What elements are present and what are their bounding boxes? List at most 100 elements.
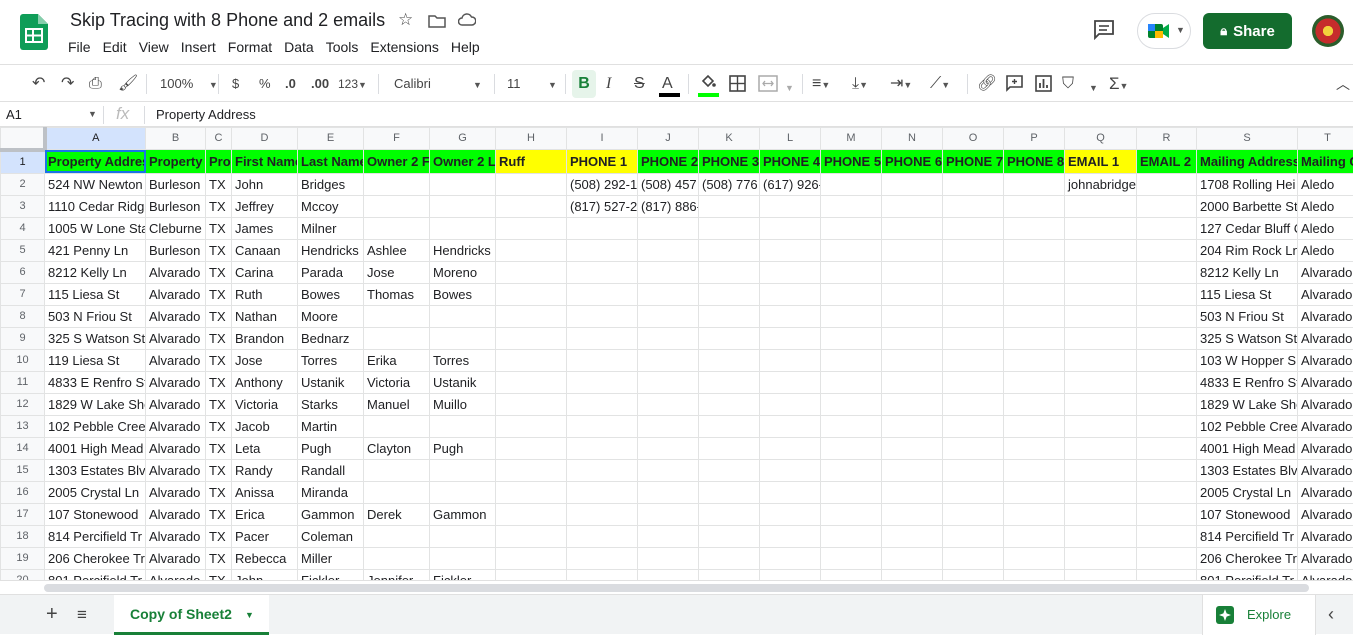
cell-a18[interactable]: 814 Percifield Tr	[45, 525, 146, 547]
cell-g6[interactable]: Moreno	[430, 261, 496, 283]
cell-g11[interactable]: Ustanik	[430, 371, 496, 393]
cell-t13[interactable]: Alvarado	[1298, 415, 1353, 437]
cell-l3[interactable]	[760, 195, 821, 217]
cell-n11[interactable]	[882, 371, 943, 393]
cell-q3[interactable]	[1065, 195, 1137, 217]
column-header-p[interactable]: P	[1004, 128, 1065, 150]
cell-c9[interactable]: TX	[206, 327, 232, 349]
cell-k7[interactable]	[699, 283, 760, 305]
cell-p1[interactable]: PHONE 8	[1004, 150, 1065, 174]
menu-edit[interactable]: Edit	[97, 38, 133, 56]
cell-m4[interactable]	[821, 217, 882, 239]
undo-icon[interactable]: ↶	[32, 74, 45, 94]
cell-m10[interactable]	[821, 349, 882, 371]
document-title[interactable]: Skip Tracing with 8 Phone and 2 emails	[70, 10, 385, 31]
cell-t8[interactable]: Alvarado	[1298, 305, 1353, 327]
column-header-e[interactable]: E	[298, 128, 364, 150]
cell-r16[interactable]	[1137, 481, 1197, 503]
cell-a14[interactable]: 4001 High Mead	[45, 437, 146, 459]
cell-e15[interactable]: Randall	[298, 459, 364, 481]
cell-t14[interactable]: Alvarado	[1298, 437, 1353, 459]
column-header-s[interactable]: S	[1197, 128, 1298, 150]
cell-h3[interactable]	[496, 195, 567, 217]
cell-a8[interactable]: 503 N Friou St	[45, 305, 146, 327]
cell-f6[interactable]: Jose	[364, 261, 430, 283]
cell-e20[interactable]: Fickler	[298, 569, 364, 580]
cell-e14[interactable]: Pugh	[298, 437, 364, 459]
cell-b10[interactable]: Alvarado	[146, 349, 206, 371]
cell-i17[interactable]	[567, 503, 638, 525]
column-header-b[interactable]: B	[146, 128, 206, 150]
cell-f19[interactable]	[364, 547, 430, 569]
cell-j15[interactable]	[638, 459, 699, 481]
cell-p6[interactable]	[1004, 261, 1065, 283]
column-header-d[interactable]: D	[232, 128, 298, 150]
cell-q18[interactable]	[1065, 525, 1137, 547]
cell-c16[interactable]: TX	[206, 481, 232, 503]
cell-t10[interactable]: Alvarado	[1298, 349, 1353, 371]
cell-a12[interactable]: 1829 W Lake Sho	[45, 393, 146, 415]
row-header[interactable]: 11	[1, 371, 45, 393]
cell-j13[interactable]	[638, 415, 699, 437]
cell-n6[interactable]	[882, 261, 943, 283]
cell-m2[interactable]	[821, 173, 882, 195]
cell-q13[interactable]	[1065, 415, 1137, 437]
cell-j6[interactable]	[638, 261, 699, 283]
cell-n4[interactable]	[882, 217, 943, 239]
cell-l17[interactable]	[760, 503, 821, 525]
cell-d8[interactable]: Nathan	[232, 305, 298, 327]
cell-h20[interactable]	[496, 569, 567, 580]
cell-m13[interactable]	[821, 415, 882, 437]
cell-g5[interactable]: Hendricks	[430, 239, 496, 261]
row-header[interactable]: 17	[1, 503, 45, 525]
cell-s1[interactable]: Mailing Address	[1197, 150, 1298, 174]
cell-n16[interactable]	[882, 481, 943, 503]
cell-f17[interactable]: Derek	[364, 503, 430, 525]
cell-i7[interactable]	[567, 283, 638, 305]
cell-c15[interactable]: TX	[206, 459, 232, 481]
cell-h13[interactable]	[496, 415, 567, 437]
cell-k5[interactable]	[699, 239, 760, 261]
cell-h4[interactable]	[496, 217, 567, 239]
cell-k18[interactable]	[699, 525, 760, 547]
cell-s6[interactable]: 8212 Kelly Ln	[1197, 261, 1298, 283]
menu-data[interactable]: Data	[278, 38, 320, 56]
cell-d18[interactable]: Pacer	[232, 525, 298, 547]
cell-r2[interactable]	[1137, 173, 1197, 195]
cell-r17[interactable]	[1137, 503, 1197, 525]
cell-m15[interactable]	[821, 459, 882, 481]
cell-a15[interactable]: 1303 Estates Blv	[45, 459, 146, 481]
cell-r18[interactable]	[1137, 525, 1197, 547]
cell-l18[interactable]	[760, 525, 821, 547]
cell-n12[interactable]	[882, 393, 943, 415]
cell-f5[interactable]: Ashlee	[364, 239, 430, 261]
cell-g2[interactable]	[430, 173, 496, 195]
cell-k17[interactable]	[699, 503, 760, 525]
cell-n1[interactable]: PHONE 6	[882, 150, 943, 174]
horizontal-scrollbar[interactable]	[0, 580, 1353, 594]
cell-t2[interactable]: Aledo	[1298, 173, 1353, 195]
cell-i16[interactable]	[567, 481, 638, 503]
cell-s14[interactable]: 4001 High Mead	[1197, 437, 1298, 459]
cell-k13[interactable]	[699, 415, 760, 437]
cell-r14[interactable]	[1137, 437, 1197, 459]
cell-b3[interactable]: Burleson	[146, 195, 206, 217]
row-header[interactable]: 18	[1, 525, 45, 547]
cell-m19[interactable]	[821, 547, 882, 569]
filter-icon[interactable]: ⛉	[1062, 74, 1074, 94]
cell-d2[interactable]: John	[232, 173, 298, 195]
cell-o19[interactable]	[943, 547, 1004, 569]
cell-h15[interactable]	[496, 459, 567, 481]
cell-o13[interactable]	[943, 415, 1004, 437]
cell-d5[interactable]: Canaan	[232, 239, 298, 261]
text-wrapping-icon[interactable]: ⇥▼	[890, 74, 912, 95]
cell-f12[interactable]: Manuel	[364, 393, 430, 415]
cell-i14[interactable]	[567, 437, 638, 459]
cell-e1[interactable]: Last Name	[298, 150, 364, 174]
cell-q2[interactable]: johnabridges@comca	[1065, 173, 1137, 195]
cell-k15[interactable]	[699, 459, 760, 481]
cell-s2[interactable]: 1708 Rolling Hei	[1197, 173, 1298, 195]
cell-f11[interactable]: Victoria	[364, 371, 430, 393]
cell-c8[interactable]: TX	[206, 305, 232, 327]
cell-c13[interactable]: TX	[206, 415, 232, 437]
